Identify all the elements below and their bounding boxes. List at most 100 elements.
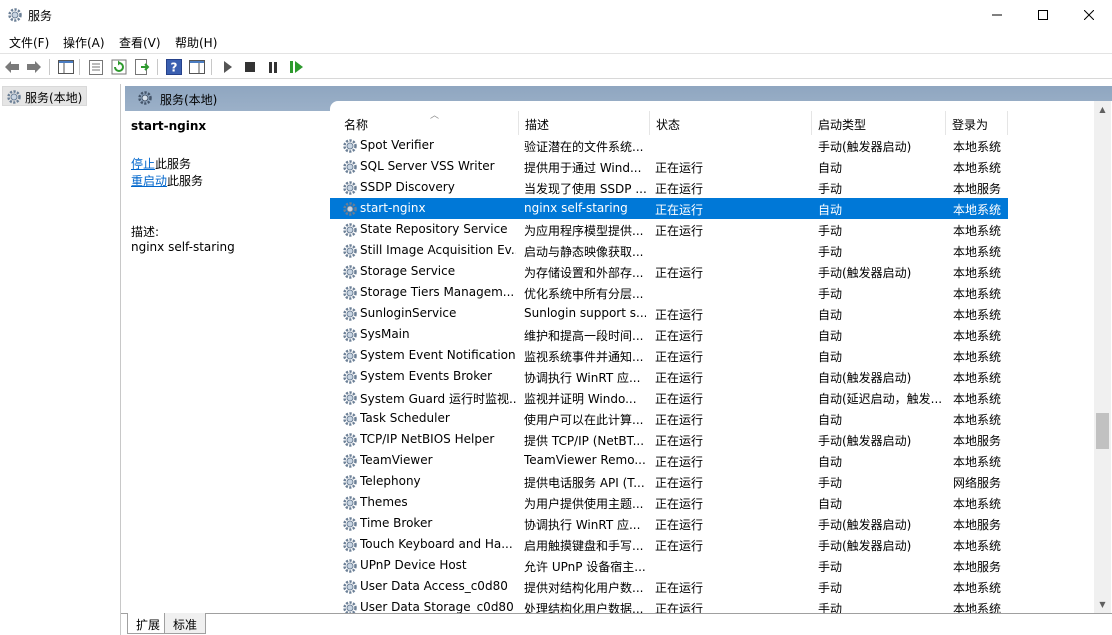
service-description-cell: 处理结构化用户数据...	[524, 602, 644, 613]
list-header: ︿ 名称 描述 状态 启动类型 登录为	[330, 111, 1010, 135]
menu-bar: 文件(F) 操作(A) 查看(V) 帮助(H)	[0, 31, 1112, 53]
export-list-icon[interactable]	[134, 58, 152, 76]
column-header-name[interactable]: ︿ 名称	[338, 111, 519, 135]
forward-icon[interactable]	[25, 58, 43, 76]
table-row[interactable]: Touch Keyboard and Ha... 启用触摸键盘和手写... 正在运行…	[330, 534, 1008, 555]
table-row[interactable]: Task Scheduler 使用户可以在此计算... 正在运行 自动 本地系统	[330, 408, 1008, 429]
table-row[interactable]: TCP/IP NetBIOS Helper 提供 TCP/IP (NetBT...…	[330, 429, 1008, 450]
toolbar-separator	[79, 59, 80, 75]
scrollbar-thumb[interactable]	[1096, 413, 1109, 449]
vertical-scrollbar[interactable]: ▲ ▼	[1094, 101, 1111, 613]
table-row-selected[interactable]: start-nginx nginx self-staring 正在运行 自动 本地系统	[330, 198, 1008, 219]
table-row[interactable]: Storage Tiers Managem... 优化系统中所有分层... 手动 本地…	[330, 282, 1008, 303]
service-startup-type-cell: 手动	[818, 287, 843, 301]
restart-service-link[interactable]: 重启动	[131, 174, 167, 188]
service-logon-cell: 本地系统	[953, 140, 1002, 154]
restart-service-line: 重启动此服务	[131, 172, 203, 189]
menu-action[interactable]: 操作(A)	[63, 34, 105, 51]
table-row[interactable]: Time Broker 协调执行 WinRT 应... 正在运行 手动(触发器启动) 本…	[330, 513, 1008, 534]
table-row[interactable]: SysMain 维护和提高一段时间... 正在运行 自动 本地系统	[330, 324, 1008, 345]
service-startup-type-cell: 手动	[818, 476, 843, 490]
service-gear-icon	[343, 433, 357, 447]
service-name-cell: System Guard 运行时监视...	[360, 392, 516, 406]
service-detail-pane: start-nginx 停止此服务 重启动此服务 描述: nginx self-…	[125, 111, 330, 613]
service-startup-type-cell: 自动	[818, 329, 843, 343]
show-hide-tree-icon[interactable]	[57, 58, 75, 76]
table-row[interactable]: Storage Service 为存储设置和外部存... 正在运行 手动(触发器启动)…	[330, 261, 1008, 282]
description-text: nginx self-staring	[131, 240, 235, 254]
tab-extended[interactable]: 扩展	[127, 613, 170, 634]
service-logon-cell: 本地系统	[953, 245, 1002, 259]
stop-service-icon[interactable]	[241, 58, 259, 76]
service-status-cell: 正在运行	[655, 434, 704, 448]
table-row[interactable]: UPnP Device Host 允许 UPnP 设备宿主... 手动 本地服务	[330, 555, 1008, 576]
table-row[interactable]: Spot Verifier 验证潜在的文件系统... 手动(触发器启动) 本地系统	[330, 135, 1008, 156]
table-row[interactable]: State Repository Service 为应用程序模型提供... 正在运行…	[330, 219, 1008, 240]
refresh-icon[interactable]	[110, 58, 128, 76]
menu-file[interactable]: 文件(F)	[9, 34, 49, 51]
column-header-label: 启动类型	[818, 118, 867, 132]
menu-view[interactable]: 查看(V)	[119, 34, 161, 51]
service-status-cell: 正在运行	[655, 308, 704, 322]
tree-item-services-local[interactable]: 服务(本地)	[2, 86, 88, 106]
help-icon[interactable]: ?	[165, 58, 183, 76]
service-description-cell: TeamViewer Remo...	[524, 453, 646, 467]
restart-service-icon[interactable]	[287, 58, 305, 76]
services-gear-icon	[138, 91, 152, 105]
service-description-cell: 启动与静态映像获取...	[524, 245, 644, 259]
service-startup-type-cell: 自动	[818, 350, 843, 364]
service-description-cell: 启用触摸键盘和手写...	[524, 539, 644, 553]
service-startup-type-cell: 手动(触发器启动)	[818, 539, 912, 553]
start-service-icon[interactable]	[219, 58, 237, 76]
service-description-cell: 提供对结构化用户数...	[524, 581, 644, 595]
scroll-down-icon[interactable]: ▼	[1094, 596, 1111, 613]
service-startup-type-cell: 手动	[818, 602, 843, 613]
column-header-label: 描述	[525, 118, 550, 132]
scroll-up-icon[interactable]: ▲	[1094, 101, 1111, 118]
service-startup-type-cell: 自动	[818, 308, 843, 322]
table-row[interactable]: User Data Access_c0d80 提供对结构化用户数... 正在运行 手动…	[330, 576, 1008, 597]
show-hide-action-pane-icon[interactable]	[188, 58, 206, 76]
table-row[interactable]: Themes 为用户提供使用主题... 正在运行 自动 本地系统	[330, 492, 1008, 513]
column-header-status[interactable]: 状态	[650, 111, 812, 135]
service-name-cell: Themes	[360, 495, 408, 509]
table-row[interactable]: SSDP Discovery 当发现了使用 SSDP ... 正在运行 手动 本地服务	[330, 177, 1008, 198]
service-gear-icon	[343, 223, 357, 237]
pause-service-icon[interactable]	[264, 58, 282, 76]
service-name-cell: System Event Notification...	[360, 348, 516, 362]
table-row[interactable]: TeamViewer TeamViewer Remo... 正在运行 自动 本地系统	[330, 450, 1008, 471]
services-gear-icon	[8, 8, 22, 22]
service-status-cell: 正在运行	[655, 203, 704, 217]
description-label: 描述:	[131, 225, 160, 239]
service-gear-icon	[343, 160, 357, 174]
tab-standard[interactable]: 标准	[164, 613, 207, 634]
table-row[interactable]: Telephony 提供电话服务 API (T... 正在运行 手动 网络服务	[330, 471, 1008, 492]
maximize-button[interactable]	[1020, 0, 1066, 30]
properties-icon[interactable]	[87, 58, 105, 76]
service-gear-icon	[343, 454, 357, 468]
minimize-button[interactable]	[974, 0, 1020, 30]
service-description-cell: nginx self-staring	[524, 201, 628, 215]
service-logon-cell: 本地系统	[953, 329, 1002, 343]
table-row[interactable]: System Events Broker 协调执行 WinRT 应... 正在运行 自…	[330, 366, 1008, 387]
table-row[interactable]: SQL Server VSS Writer 提供用于通过 Wind... 正在运行 自…	[330, 156, 1008, 177]
service-startup-type-cell: 手动(触发器启动)	[818, 266, 912, 280]
service-status-cell: 正在运行	[655, 350, 704, 364]
menu-help[interactable]: 帮助(H)	[175, 34, 217, 51]
column-header-log-on-as[interactable]: 登录为	[946, 111, 1008, 135]
back-icon[interactable]	[3, 58, 21, 76]
close-button[interactable]	[1066, 0, 1112, 30]
service-startup-type-cell: 手动(触发器启动)	[818, 434, 912, 448]
table-row[interactable]: System Guard 运行时监视... 监视并证明 Windo... 正在运行 自…	[330, 387, 1008, 408]
service-description-cell: 优化系统中所有分层...	[524, 287, 644, 301]
table-row[interactable]: User Data Storage_c0d80 处理结构化用户数据... 正在运行 手…	[330, 597, 1008, 613]
column-header-startup-type[interactable]: 启动类型	[812, 111, 946, 135]
table-row[interactable]: System Event Notification... 监视系统事件并通知...…	[330, 345, 1008, 366]
service-startup-type-cell: 手动(触发器启动)	[818, 140, 912, 154]
stop-service-link[interactable]: 停止	[131, 157, 155, 171]
table-row[interactable]: Still Image Acquisition Ev... 启动与静态映像获取..…	[330, 240, 1008, 261]
table-row[interactable]: SunloginService Sunlogin support s... 正在运行…	[330, 303, 1008, 324]
column-header-description[interactable]: 描述	[519, 111, 650, 135]
service-description-cell: 提供 TCP/IP (NetBT...	[524, 434, 645, 448]
service-logon-cell: 本地服务	[953, 182, 1002, 196]
